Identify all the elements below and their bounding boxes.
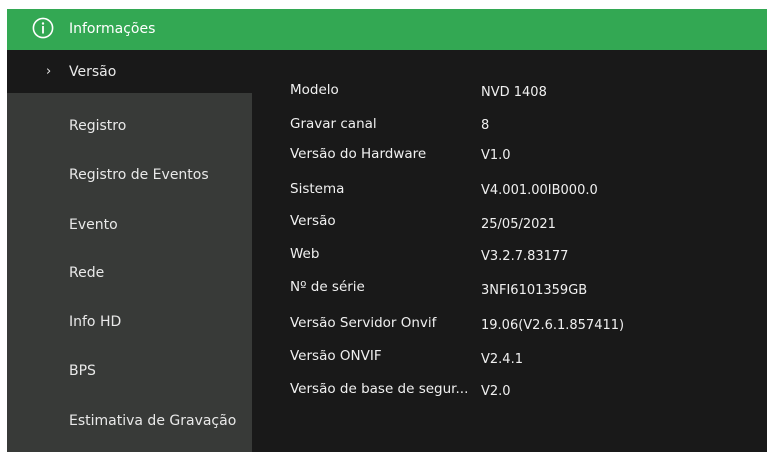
versao-servidor-onvif-value: 19.06(V2.6.1.857411) [481,318,625,333]
sistema-value: V4.001.00IB000.0 [481,183,598,198]
modelo-label: Modelo [290,82,339,98]
info-icon [32,17,54,39]
versao-base-seguranca-value: V2.0 [481,384,511,399]
sidebar-item-label: Estimativa de Gravação [69,413,237,429]
sidebar-item-versao[interactable]: › Versão [7,50,252,93]
title-bar: Informações [7,9,767,50]
sidebar-item-label: Rede [69,265,105,281]
sidebar-item-label: Evento [69,217,118,233]
sidebar-item-label: Info HD [69,314,122,330]
gravar-canal-value: 8 [481,118,490,133]
chevron-right-icon: › [46,64,52,79]
sistema-label: Sistema [290,181,345,197]
sidebar-item-estimativa-de-gravacao[interactable]: Estimativa de Gravação [7,387,252,435]
gravar-canal-label: Gravar canal [290,116,377,132]
versao-base-seguranca-label: Versão de base de segur... [290,381,469,397]
sidebar-item-rede[interactable]: Rede [7,240,252,288]
web-value: V3.2.7.83177 [481,249,569,264]
sidebar-item-evento[interactable]: Evento [7,191,252,239]
web-label: Web [290,246,320,262]
information-window: Informações › Versão Registro Registro d… [7,9,767,452]
sidebar-item-info-hd[interactable]: Info HD [7,289,252,337]
modelo-value: NVD 1408 [481,85,547,100]
versao-onvif-label: Versão ONVIF [290,348,382,364]
window-title: Informações [69,21,156,37]
sidebar-item-label: Registro [69,118,127,134]
versao-label: Versão [290,213,336,229]
versao-value: 25/05/2021 [481,217,556,232]
versao-onvif-value: V2.4.1 [481,352,523,367]
versao-servidor-onvif-label: Versão Servidor Onvif [290,315,437,331]
versao-hardware-label: Versão do Hardware [290,146,427,162]
numero-serie-value: 3NFI6101359GB [481,283,588,298]
versao-hardware-value: V1.0 [481,148,511,163]
sidebar: › Versão Registro Registro de Eventos Ev… [7,50,252,452]
sidebar-item-label: BPS [69,363,96,379]
sidebar-item-bps[interactable]: BPS [7,338,252,386]
sidebar-item-label: Registro de Eventos [69,167,209,183]
sidebar-item-label: Versão [69,64,117,80]
sidebar-item-registro-de-eventos[interactable]: Registro de Eventos [7,142,252,190]
sidebar-item-registro[interactable]: Registro [7,93,252,141]
info-panel: Modelo NVD 1408 Gravar canal 8 Versão do… [252,50,767,452]
numero-serie-label: Nº de série [290,279,365,295]
